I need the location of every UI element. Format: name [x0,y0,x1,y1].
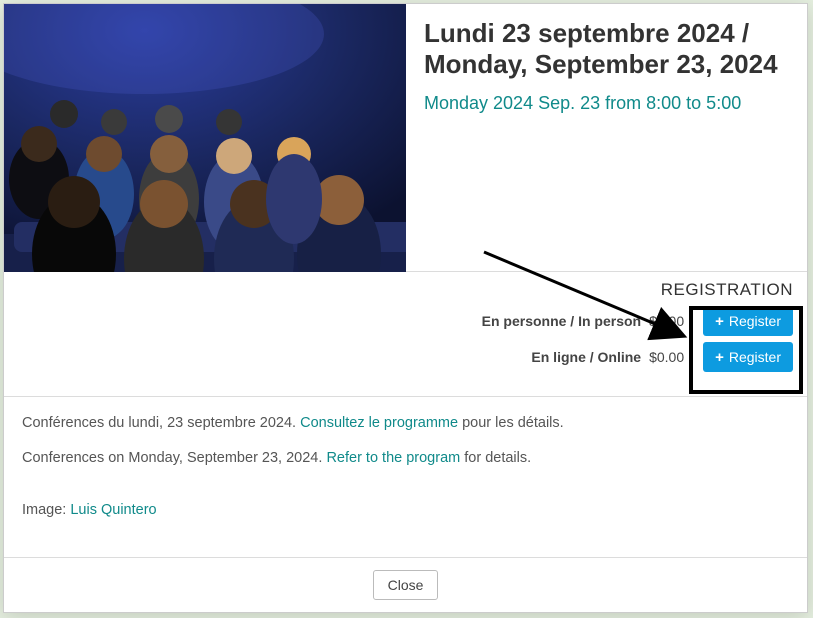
registration-label: En personne / In person [482,313,641,329]
program-link-en[interactable]: Refer to the program [326,450,460,466]
register-button-online[interactable]: + Register [703,342,793,372]
description-line-fr: Conférences du lundi, 23 septembre 2024.… [22,411,789,436]
plus-icon: + [715,350,724,365]
registration-price: $0.00 [649,313,695,329]
plus-icon: + [715,314,724,329]
modal-footer: Close [4,557,807,612]
close-button[interactable]: Close [373,570,439,600]
registration-label: En ligne / Online [531,349,641,365]
description-line-en: Conferences on Monday, September 23, 202… [22,446,789,471]
registration-heading: REGISTRATION [18,280,793,306]
registration-price: $0.00 [649,349,695,365]
program-link-fr[interactable]: Consultez le programme [300,415,458,431]
register-button-label: Register [729,349,781,365]
event-subtitle: Monday 2024 Sep. 23 from 8:00 to 5:00 [424,93,789,114]
registration-option-in-person: En personne / In person $0.00 + Register [18,306,793,336]
description-section: Conférences du lundi, 23 septembre 2024.… [4,397,807,557]
title-block: Lundi 23 septembre 2024 / Monday, Septem… [406,4,807,271]
event-title: Lundi 23 septembre 2024 / Monday, Septem… [424,18,789,79]
event-modal: Lundi 23 septembre 2024 / Monday, Septem… [3,3,808,613]
registration-option-online: En ligne / Online $0.00 + Register [18,342,793,372]
register-button-in-person[interactable]: + Register [703,306,793,336]
modal-header: Lundi 23 septembre 2024 / Monday, Septem… [4,4,807,272]
registration-section: REGISTRATION En personne / In person $0.… [4,272,807,397]
image-credit-link[interactable]: Luis Quintero [70,502,156,518]
register-button-label: Register [729,313,781,329]
hero-image [4,4,406,272]
image-credit-line: Image: Luis Quintero [22,498,789,523]
